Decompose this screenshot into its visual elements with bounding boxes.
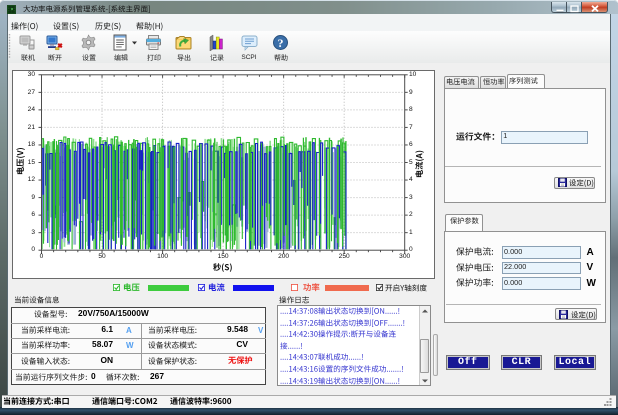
svg-text:?: ? — [278, 36, 284, 50]
